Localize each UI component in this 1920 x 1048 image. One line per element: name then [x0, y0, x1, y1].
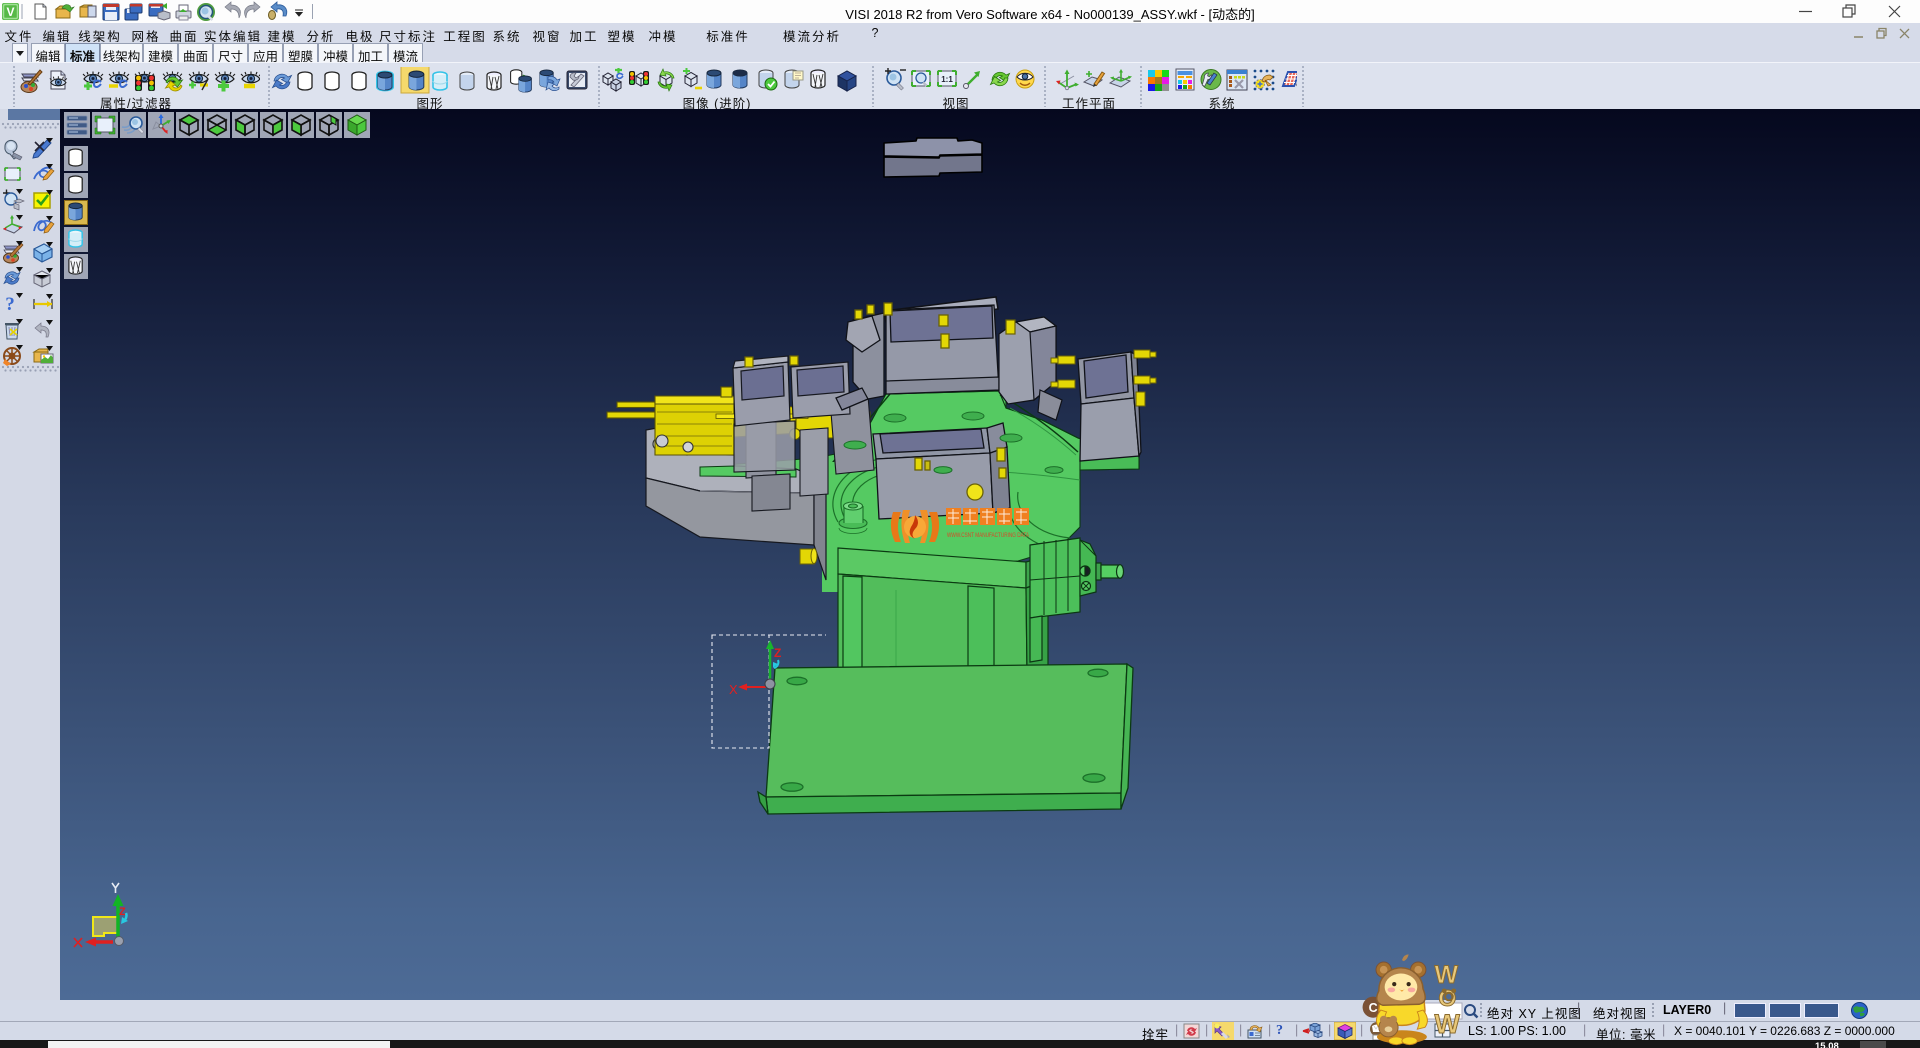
svg-text:1:1: 1:1	[941, 75, 953, 84]
svg-text:Z: Z	[774, 646, 781, 660]
svg-text:X: X	[729, 682, 738, 697]
svg-text:WWW.CSNT MANUFACTURING DATA: WWW.CSNT MANUFACTURING DATA	[947, 532, 1029, 539]
svg-text:C: C	[1369, 1001, 1378, 1015]
svg-text:W: W	[1435, 1009, 1461, 1039]
svg-text:Z: Z	[119, 906, 126, 918]
svg-text:?: ?	[5, 294, 15, 315]
svg-text:V: V	[6, 5, 14, 19]
